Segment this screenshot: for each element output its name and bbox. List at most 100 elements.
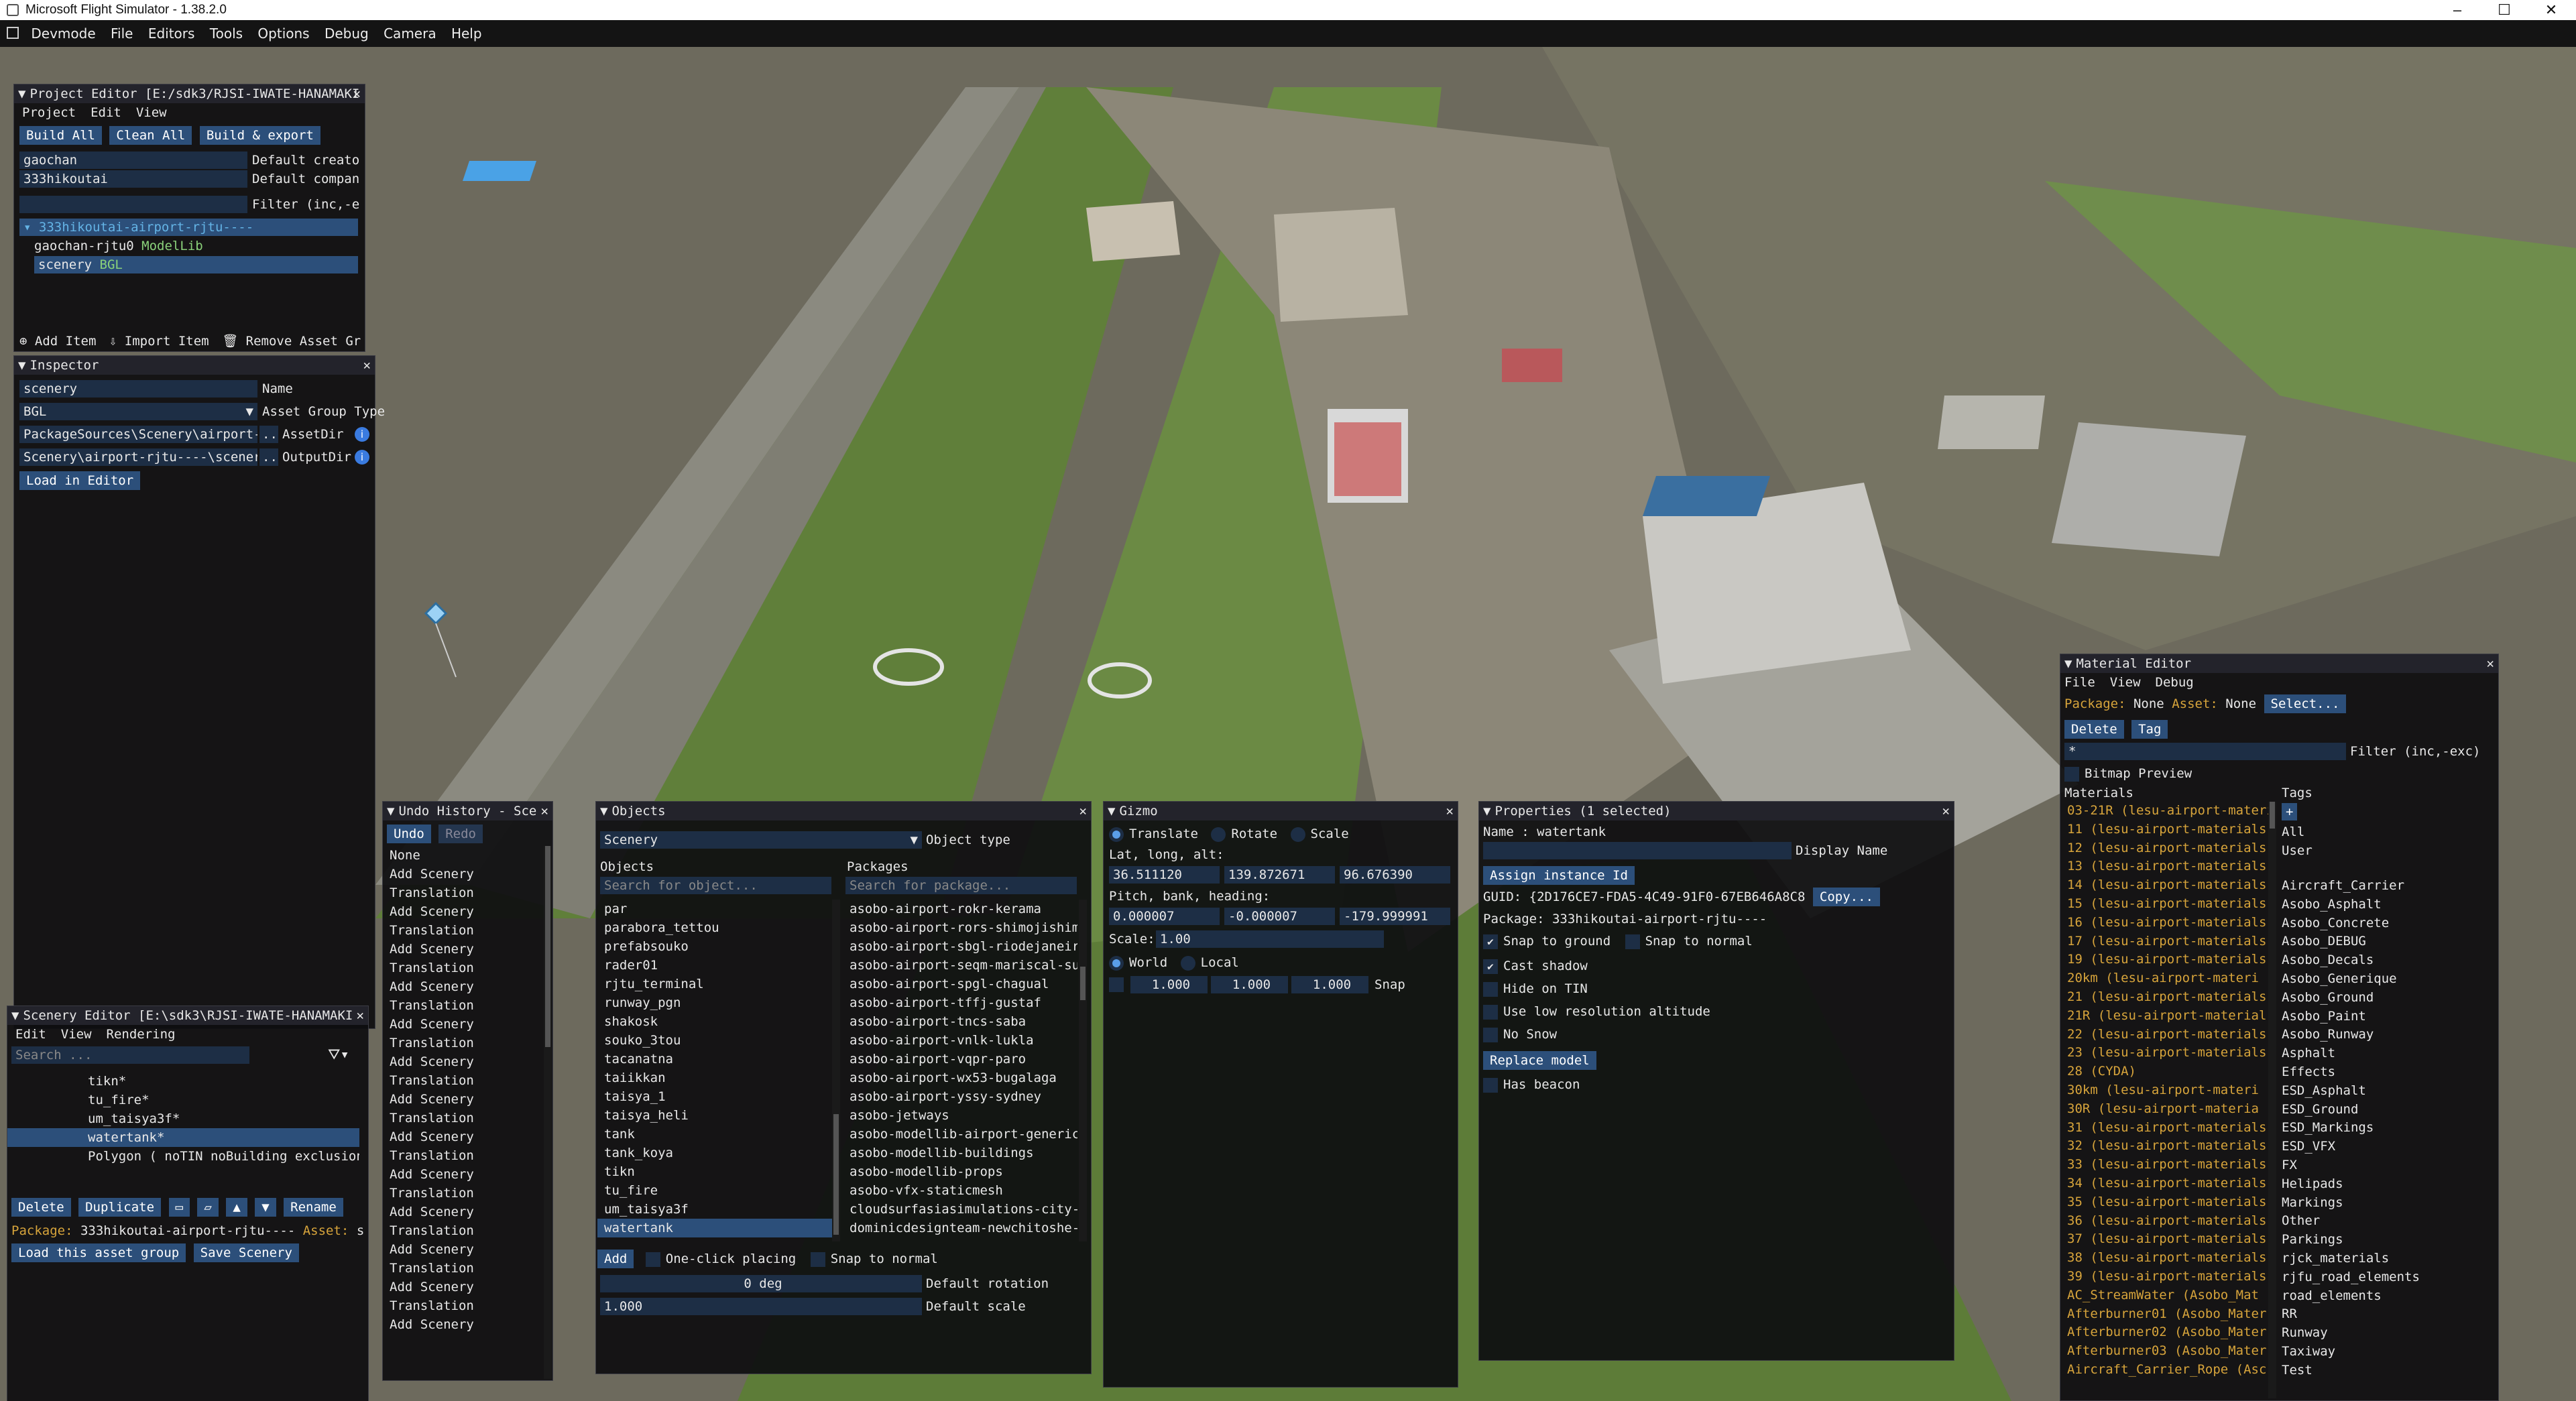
material-list-item[interactable]: 16 (lesu-airport-materials	[2060, 914, 2268, 932]
undo-history-item[interactable]: Translation	[383, 921, 542, 940]
collapse-triangle-icon[interactable]: ▼	[2064, 654, 2072, 673]
property-check-row[interactable]: ✔ Cast shadow	[1483, 955, 1946, 977]
object-list-item[interactable]: taisya_1	[597, 1087, 832, 1106]
package-list-item[interactable]: cloudsurfasiasimulations-city-	[843, 1200, 1077, 1219]
project-editor-header[interactable]: ▼ Project Editor [E:/sdk3/RJSI-IWATE-HANA…	[14, 84, 365, 103]
scenery-list-item[interactable]: watertank*	[7, 1128, 359, 1147]
menu-help[interactable]: Help	[446, 20, 487, 47]
menu-view[interactable]: View	[2110, 675, 2141, 690]
scenery-search-input[interactable]: Search ...	[11, 1046, 249, 1064]
property-checkbox[interactable]	[1483, 1027, 1498, 1042]
display-name-input[interactable]	[1483, 842, 1792, 859]
assetdir-input[interactable]: PackageSources\Scenery\airport-r	[19, 426, 257, 443]
tree-item-scenery[interactable]: scenery BGL	[34, 256, 358, 273]
snap-normal-checkbox[interactable]	[810, 1252, 825, 1267]
material-list-item[interactable]: 15 (lesu-airport-materials	[2060, 895, 2268, 914]
add-object-button[interactable]: Add	[597, 1250, 634, 1268]
menu-view[interactable]: View	[61, 1027, 92, 1042]
undo-history-item[interactable]: Translation	[383, 959, 542, 977]
tag-list-item[interactable]: Asobo_Ground	[2275, 989, 2496, 1008]
rename-button[interactable]: Rename	[284, 1198, 343, 1217]
select-button[interactable]: Select...	[2264, 694, 2347, 713]
inspector-header[interactable]: ▼ Inspector ✕	[14, 356, 375, 375]
menu-camera[interactable]: Camera	[378, 20, 442, 47]
duplicate-button[interactable]: Duplicate	[78, 1198, 162, 1217]
tag-list-item[interactable]: Asobo_Decals	[2275, 951, 2496, 970]
menu-rendering[interactable]: Rendering	[107, 1027, 176, 1042]
collapse-triangle-icon[interactable]: ▼	[11, 1006, 19, 1025]
collapse-triangle-icon[interactable]: ▼	[387, 802, 394, 820]
undo-history-item[interactable]: Translation	[383, 1184, 542, 1203]
tag-list-item[interactable]: ESD_VFX	[2275, 1138, 2496, 1156]
local-radio[interactable]	[1180, 955, 1195, 971]
object-list-item[interactable]: souko_3tou	[597, 1031, 832, 1050]
import-item-button[interactable]: ⇩ Import Item	[109, 334, 209, 349]
package-list-item[interactable]: dominicdesignteam-newchitoshe-	[843, 1219, 1077, 1237]
heading-input[interactable]: -179.999991	[1340, 908, 1450, 925]
assetdir-browse-button[interactable]: ..	[259, 426, 278, 443]
material-list-item[interactable]: 36 (lesu-airport-materials	[2060, 1212, 2268, 1231]
tag-list-item[interactable]: Other	[2275, 1212, 2496, 1231]
object-list-item[interactable]: prefabsouko	[597, 937, 832, 956]
property-checkbox[interactable]	[1483, 1004, 1498, 1020]
undo-history-item[interactable]: Add Scenery	[383, 1052, 542, 1071]
material-list-item[interactable]: 13 (lesu-airport-materials	[2060, 857, 2268, 876]
tag-list-item[interactable]: Asobo_Asphalt	[2275, 896, 2496, 914]
property-check-row[interactable]: Hide on TIN	[1483, 977, 1946, 1000]
package-list-item[interactable]: asobo-airport-wx53-bugalaga	[843, 1069, 1077, 1087]
close-icon[interactable]: ✕	[353, 84, 361, 103]
menu-debug[interactable]: Debug	[2156, 675, 2194, 690]
add-tag-button[interactable]: +	[2282, 803, 2298, 820]
replace-model-button[interactable]: Replace model	[1483, 1051, 1596, 1070]
add-item-button[interactable]: ⊕ Add Item	[19, 334, 96, 349]
package-list-item[interactable]: asobo-airport-tffj-gustaf	[843, 993, 1077, 1012]
package-list-item[interactable]: asobo-airport-yssy-sydney	[843, 1087, 1077, 1106]
material-list-item[interactable]: 19 (lesu-airport-materials	[2060, 951, 2268, 969]
package-list-item[interactable]: asobo-modellib-airport-generic	[843, 1125, 1077, 1144]
undo-history-item[interactable]: Translation	[383, 996, 542, 1015]
tag-list-item[interactable]: ESD_Ground	[2275, 1101, 2496, 1119]
object-list-item[interactable]: rader01	[597, 956, 832, 975]
menu-file[interactable]: File	[105, 20, 138, 47]
properties-header[interactable]: ▼ Properties (1 selected) ✕	[1479, 802, 1954, 820]
info-icon[interactable]: i	[355, 450, 369, 465]
undo-history-item[interactable]: Translation	[383, 1034, 542, 1052]
material-list-item[interactable]: 11 (lesu-airport-materials	[2060, 820, 2268, 839]
material-list-item[interactable]: 22 (lesu-airport-materials	[2060, 1026, 2268, 1044]
package-list-item[interactable]: asobo-modellib-buildings	[843, 1144, 1077, 1162]
package-list-item[interactable]: asobo-airport-seqm-mariscal-su	[843, 956, 1077, 975]
menu-tools[interactable]: Tools	[204, 20, 248, 47]
object-list-item[interactable]: par	[597, 900, 832, 918]
package-list-item[interactable]: asobo-airport-spgl-chagual	[843, 975, 1077, 993]
material-list-item[interactable]: AC_StreamWater (Asobo_Mat	[2060, 1286, 2268, 1305]
minimize-icon[interactable]: –	[2434, 0, 2481, 20]
tree-root[interactable]: ▾ 333hikoutai-airport-rjtu----	[19, 219, 358, 236]
tag-list-item[interactable]: Asobo_Generique	[2275, 970, 2496, 989]
collapse-triangle-icon[interactable]: ▼	[1108, 802, 1115, 820]
undo-history-item[interactable]: Add Scenery	[383, 1315, 542, 1334]
default-rotation-input[interactable]: 0 deg	[600, 1275, 922, 1292]
menu-edit[interactable]: Edit	[91, 105, 121, 120]
undo-history-item[interactable]: Translation	[383, 1221, 542, 1240]
undo-history-item[interactable]: Translation	[383, 1296, 542, 1315]
build-export-button[interactable]: Build & export	[199, 126, 320, 145]
load-asset-group-button[interactable]: Load this asset group	[11, 1243, 186, 1262]
tag-list-item[interactable]: rjfu_road_elements	[2275, 1268, 2496, 1287]
save-scenery-button[interactable]: Save Scenery	[193, 1243, 299, 1262]
material-list-item[interactable]: 39 (lesu-airport-materials	[2060, 1268, 2268, 1286]
tag-list-item[interactable]: Asobo_DEBUG	[2275, 932, 2496, 951]
object-list-item[interactable]: rjtu_terminal	[597, 975, 832, 993]
tag-list-item[interactable]: Helipads	[2275, 1175, 2496, 1194]
remove-asset-group-button[interactable]: 🗑 Remove Asset Gr	[222, 334, 361, 349]
collapse-triangle-icon[interactable]: ▼	[18, 356, 25, 375]
outputdir-input[interactable]: Scenery\airport-rjtu----\scenery	[19, 448, 257, 466]
default-scale-input[interactable]: 1.000	[600, 1298, 922, 1315]
tag-list-item[interactable]: ESD_Markings	[2275, 1119, 2496, 1138]
world-radio[interactable]	[1109, 955, 1124, 971]
altitude-input[interactable]: 96.676390	[1340, 866, 1450, 884]
collapse-triangle-icon[interactable]: ▼	[18, 84, 25, 103]
material-list-item[interactable]: 28 (CYDA)	[2060, 1062, 2268, 1081]
tag-list-item[interactable]: ESD_Asphalt	[2275, 1082, 2496, 1101]
tag-list-item[interactable]: Markings	[2275, 1194, 2496, 1213]
object-list-item[interactable]: tank	[597, 1125, 832, 1144]
